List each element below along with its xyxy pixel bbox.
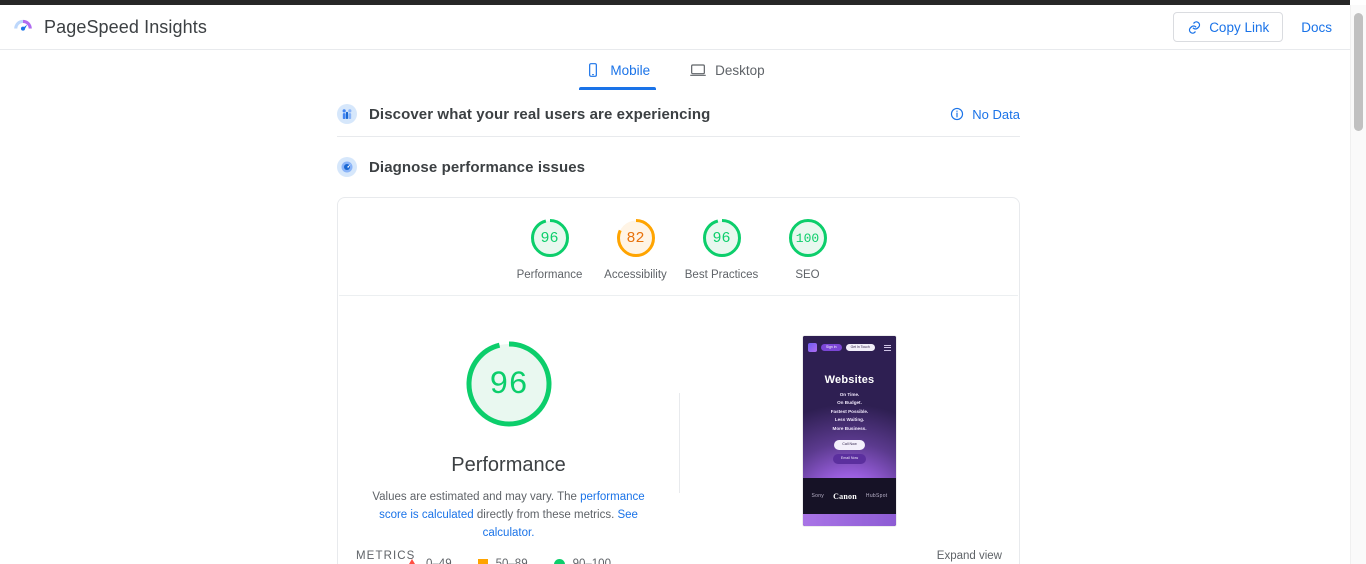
page-scrollbar[interactable] [1350, 5, 1366, 564]
pagespeed-insights-page: PageSpeed Insights Copy Link Docs Mobile… [0, 0, 1366, 564]
screenshot-hero-line: On Budget. [837, 400, 862, 406]
scrollbar-thumb[interactable] [1354, 13, 1363, 131]
seo-score-value: 100 [795, 230, 820, 246]
screenshot-logo-hubspot: HubSpot [865, 493, 888, 499]
screenshot-nav: Sign In Get In Touch [808, 342, 891, 353]
field-data-status[interactable]: No Data [950, 107, 1020, 122]
seo-gauge-icon: 100 [786, 216, 830, 260]
performance-panel-description: Values are estimated and may vary. The p… [364, 489, 654, 542]
screenshot-hero-heading: Websites [824, 374, 875, 386]
performance-score-label: Performance [516, 269, 583, 281]
screenshot-pane: Sign In Get In Touch Websites On Time. O… [680, 296, 1019, 564]
diagnose-card-body: 96 Performance Values are estimated and … [338, 296, 1019, 564]
expand-view-button[interactable]: Expand view [937, 550, 1002, 562]
screenshot-hero-line: More Business. [832, 425, 867, 431]
screenshot-hero-line: Fastest Possible. [830, 408, 869, 414]
tab-mobile[interactable]: Mobile [579, 50, 656, 90]
performance-big-gauge: 96 [461, 336, 557, 432]
app-header: PageSpeed Insights Copy Link Docs [0, 5, 1350, 50]
screenshot-call-now-button: Call Now [834, 440, 865, 451]
best-practices-score-label: Best Practices [684, 269, 759, 281]
accessibility-score-value: 82 [626, 229, 645, 247]
desktop-monitor-icon [690, 62, 706, 78]
performance-panel-title: Performance [451, 454, 566, 476]
tab-desktop-label: Desktop [715, 62, 765, 78]
docs-link[interactable]: Docs [1297, 20, 1336, 35]
desc-text-1: Values are estimated and may vary. The [372, 491, 581, 503]
desc-text-2: directly from these metrics. [473, 508, 618, 521]
performance-score-value: 96 [540, 229, 559, 247]
screenshot-footer-strip [803, 514, 896, 526]
screenshot-sign-in-button: Sign In [821, 343, 842, 352]
users-chart-icon [337, 104, 357, 124]
best-practices-gauge-icon: 96 [700, 216, 744, 260]
tab-mobile-label: Mobile [610, 62, 651, 78]
speedometer-icon [337, 157, 357, 177]
pagespeed-gauge-icon [12, 16, 34, 38]
lab-data-section-header: Diagnose performance issues [337, 145, 1020, 189]
link-icon [1187, 20, 1202, 35]
diagnose-card: 96 Performance 82 Accessibility 96 Best … [337, 197, 1020, 564]
copy-link-label: Copy Link [1209, 19, 1270, 35]
screenshot-client-logos: Sony Canon HubSpot [803, 478, 896, 514]
performance-summary-pane: 96 Performance Values are estimated and … [338, 296, 679, 564]
screenshot-hero-content: Websites On Time. On Budget. Fastest Pos… [803, 374, 896, 464]
category-score-best-practices[interactable]: 96 Best Practices [679, 216, 765, 281]
field-data-section-header: Discover what your real users are experi… [337, 92, 1020, 137]
no-data-label: No Data [972, 106, 1020, 122]
screenshot-logo-canon: Canon [833, 491, 857, 501]
app-title: PageSpeed Insights [44, 16, 207, 37]
screenshot-site-logo-icon [808, 343, 817, 352]
main-content: Discover what your real users are experi… [337, 92, 1020, 564]
seo-score-label: SEO [795, 269, 820, 281]
header-actions: Copy Link Docs [1173, 12, 1336, 42]
screenshot-hero-line: On Time. [839, 392, 860, 397]
performance-big-score-value: 96 [489, 365, 528, 403]
hamburger-menu-icon [884, 344, 891, 351]
info-circle-icon [950, 107, 964, 121]
accessibility-score-label: Accessibility [604, 269, 667, 281]
lab-data-title: Diagnose performance issues [369, 158, 586, 176]
accessibility-gauge-icon: 82 [614, 216, 658, 260]
screenshot-hero-line: Less Waiting. [834, 417, 865, 423]
field-data-title: Discover what your real users are experi… [369, 105, 711, 123]
category-score-accessibility[interactable]: 82 Accessibility [593, 216, 679, 281]
screenshot-email-now-button: Email Now [832, 454, 867, 464]
metrics-bar: METRICS Expand view [338, 540, 1019, 564]
screenshot-logo-sony: Sony [811, 493, 825, 499]
category-score-seo[interactable]: 100 SEO [765, 216, 851, 281]
page-screenshot-thumbnail: Sign In Get In Touch Websites On Time. O… [803, 336, 896, 526]
category-score-row: 96 Performance 82 Accessibility 96 Best … [339, 198, 1018, 296]
brand[interactable]: PageSpeed Insights [12, 16, 207, 38]
mobile-phone-icon [585, 62, 601, 78]
screenshot-cta-group: Call Now Email Now [832, 440, 867, 464]
best-practices-score-value: 96 [712, 229, 731, 247]
copy-link-button[interactable]: Copy Link [1173, 12, 1284, 42]
form-factor-tabs: Mobile Desktop [0, 50, 1350, 90]
metrics-label: METRICS [356, 550, 416, 562]
tab-desktop[interactable]: Desktop [684, 50, 771, 90]
performance-gauge-icon: 96 [528, 216, 572, 260]
screenshot-hero-lines: On Time. On Budget. Fastest Possible. Le… [831, 391, 869, 433]
screenshot-get-in-touch-button: Get In Touch [845, 343, 875, 352]
category-score-performance[interactable]: 96 Performance [507, 216, 593, 281]
